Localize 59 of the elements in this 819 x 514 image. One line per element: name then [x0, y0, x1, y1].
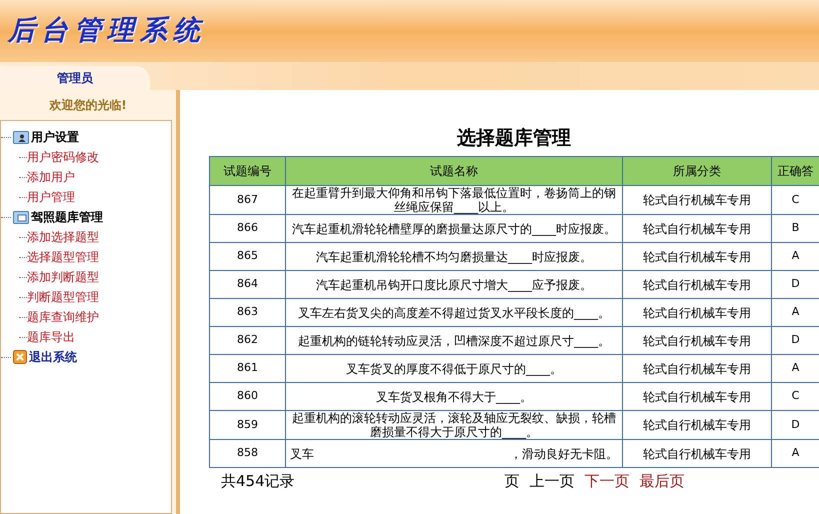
table-cell-text: 叉车: [290, 446, 314, 462]
table-cell: 858: [210, 440, 286, 468]
table-cell: 轮式自行机械车专用: [622, 214, 772, 242]
tree-link[interactable]: 添加判断题型: [27, 268, 99, 286]
table-cell: 轮式自行机械车专用: [622, 382, 772, 410]
welcome-text: 欢迎您的光临!: [49, 97, 127, 114]
page-label: 页: [504, 470, 520, 492]
table-cell: 862: [210, 326, 286, 354]
column-header: 试题名称: [286, 156, 622, 186]
close-icon: [13, 350, 27, 364]
column-header: 正确答: [772, 156, 819, 186]
table-cell: 860: [210, 382, 286, 410]
tree-link[interactable]: 用户管理: [27, 188, 75, 206]
tree-group[interactable]: 驾照题库管理: [31, 208, 103, 226]
system-title: 后台管理系统: [8, 14, 206, 48]
table-cell: 轮式自行机械车专用: [622, 440, 772, 468]
tree-link[interactable]: 用户密码修改: [27, 148, 99, 166]
table-cell: 861: [210, 354, 286, 382]
table-cell: 859: [210, 410, 286, 440]
column-header: 试题编号: [210, 156, 286, 186]
page-title: 选择题库管理: [457, 126, 571, 151]
table-cell: 在起重臂升到最大仰角和吊钩下落最低位置时，卷扬筒上的钢丝绳应保留____以上。: [286, 186, 622, 214]
table-cell: 起重机构的链轮转动应灵活，凹槽深度不超过原尺寸____。: [286, 326, 622, 354]
table-cell-text: ，滑动良好无卡阻。: [510, 446, 618, 462]
tree-link[interactable]: 题库查询维护: [27, 308, 99, 326]
table-cell: 起重机构的滚轮转动应灵活，滚轮及轴应无裂纹、缺损，轮槽磨损量不得大于原尺寸的____。: [286, 410, 622, 440]
tree-link[interactable]: 添加选择题型: [27, 228, 99, 246]
tree-link[interactable]: 判断题型管理: [27, 288, 99, 306]
tree-link[interactable]: 题库导出: [27, 328, 75, 346]
card-folder-icon: [13, 210, 29, 224]
table-cell: 864: [210, 270, 286, 298]
table-cell: 汽车起重机吊钩开口度比原尺寸增大____应予报废。: [286, 270, 622, 298]
table-cell: 866: [210, 214, 286, 242]
column-header: 所属分类: [622, 156, 772, 186]
table-cell: 867: [210, 186, 286, 214]
record-count: 共454记录: [221, 470, 295, 492]
table-cell: 汽车起重机滑轮轮槽壁厚的磨损量达原尺寸的____时应报废。: [286, 214, 622, 242]
table-cell: 轮式自行机械车专用: [622, 270, 772, 298]
pagination-link[interactable]: 下一页: [584, 470, 630, 492]
sidebar-tab[interactable]: 管理员: [0, 66, 150, 90]
table-cell: 轮式自行机械车专用: [622, 186, 772, 214]
table-cell: 轮式自行机械车专用: [622, 410, 772, 440]
table-cell: 汽车起重机滑轮轮槽不均匀磨损量达____时应报废。: [286, 242, 622, 270]
table-cell: 863: [210, 298, 286, 326]
tree-link[interactable]: 选择题型管理: [27, 248, 99, 266]
table-cell: 叉车货叉的厚度不得低于原尺寸的____。: [286, 354, 622, 382]
user-folder-icon: [13, 130, 29, 144]
table-cell: 轮式自行机械车专用: [622, 298, 772, 326]
table-cell: 叉车货叉根角不得大于____。: [286, 382, 622, 410]
tree-group[interactable]: 用户设置: [31, 128, 79, 146]
table-cell: 叉车左右货叉尖的高度差不得超过货叉水平段长度的____。: [286, 298, 622, 326]
tree-group[interactable]: 退出系统: [29, 348, 77, 366]
table-cell: 轮式自行机械车专用: [622, 242, 772, 270]
tree-link[interactable]: 添加用户: [27, 168, 75, 186]
table-cell: 轮式自行机械车专用: [622, 354, 772, 382]
pagination-link[interactable]: 最后页: [640, 470, 685, 492]
table-cell: 轮式自行机械车专用: [622, 326, 772, 354]
pagination-link[interactable]: 上一页: [530, 470, 575, 492]
table-cell: 865: [210, 242, 286, 270]
